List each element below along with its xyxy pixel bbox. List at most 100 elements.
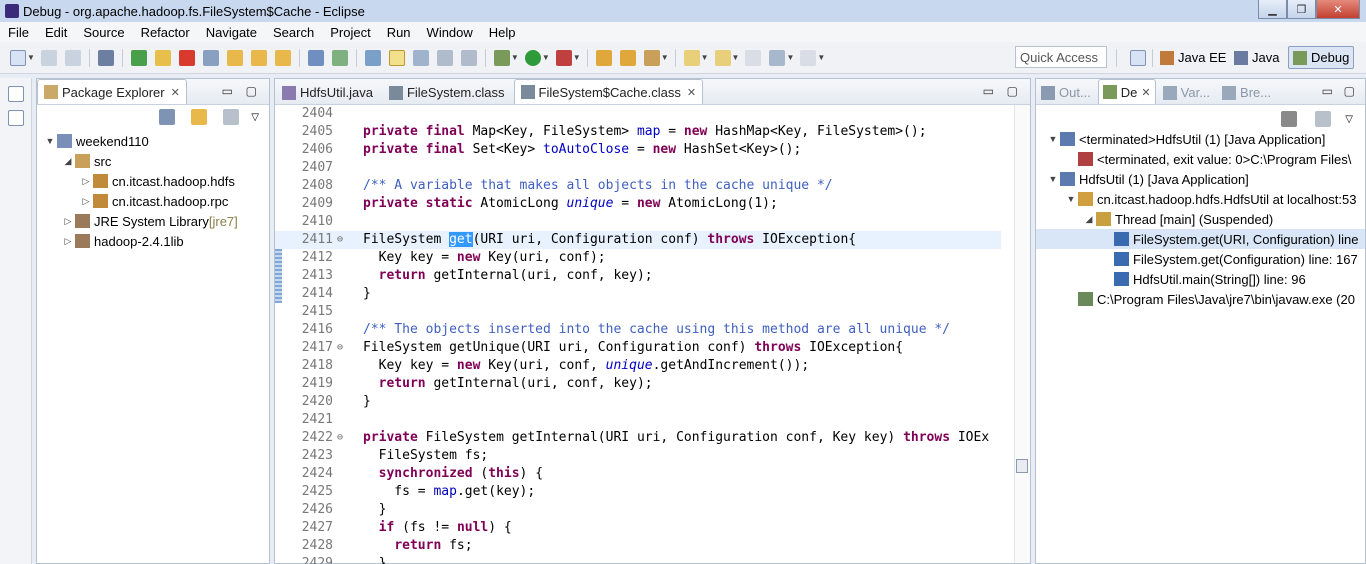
maximize-view-icon[interactable]: ▢ <box>1344 84 1355 98</box>
skip-breakpoints-icon[interactable] <box>97 49 114 66</box>
suspend-icon[interactable] <box>154 49 171 66</box>
step-return-icon[interactable] <box>274 49 291 66</box>
expand-toggle-icon[interactable]: ▷ <box>63 216 73 227</box>
new-java-project-icon[interactable] <box>595 49 612 66</box>
tab-hdfsutil-java[interactable]: HdfsUtil.java <box>275 80 380 104</box>
menu-project[interactable]: Project <box>322 25 378 40</box>
tab-filesystem-cache-class[interactable]: FileSystem$Cache.class ✕ <box>513 79 704 104</box>
chevron-down-icon[interactable]: ▼ <box>27 53 35 62</box>
external-tools-icon[interactable] <box>555 49 572 66</box>
close-icon[interactable]: ✕ <box>171 86 180 99</box>
show-whitespace-icon[interactable] <box>436 49 453 66</box>
next-annotation-icon[interactable] <box>683 49 700 66</box>
tree-item[interactable]: ▷ JRE System Library [jre7] <box>37 211 269 231</box>
expand-toggle-icon[interactable]: ▼ <box>1048 134 1058 144</box>
view-menu-icon[interactable]: ▽ <box>251 112 259 123</box>
focus-icon[interactable] <box>223 109 240 125</box>
maximize-button[interactable]: ❐ <box>1287 0 1316 19</box>
step-into-icon[interactable] <box>226 49 243 66</box>
tab-package-explorer[interactable]: Package Explorer ✕ <box>37 79 187 104</box>
debug-tree-item[interactable]: FileSystem.get(URI, Configuration) line <box>1036 229 1365 249</box>
chevron-down-icon[interactable]: ▼ <box>542 53 550 62</box>
use-step-filters-icon[interactable] <box>331 49 348 66</box>
overview-ruler[interactable] <box>1014 105 1030 563</box>
view-menu-icon[interactable]: ▽ <box>1345 114 1353 125</box>
open-declaration-icon[interactable] <box>364 49 381 66</box>
expand-toggle-icon[interactable]: ◢ <box>63 156 73 167</box>
code-editor[interactable]: 2404 2405 private final Map<Key, FileSyste… <box>275 105 1030 564</box>
fold-toggle-icon[interactable]: ⊖ <box>337 231 343 249</box>
close-button[interactable]: ✕ <box>1316 0 1360 19</box>
tree-item[interactable]: ▷ cn.itcast.hadoop.rpc <box>37 191 269 211</box>
chevron-down-icon[interactable]: ▼ <box>573 53 581 62</box>
debug-tree-item[interactable]: ◢ Thread [main] (Suspended) <box>1036 209 1365 229</box>
disconnect-icon[interactable] <box>202 49 219 66</box>
open-perspective-icon[interactable] <box>1130 50 1146 66</box>
debug-tree-item[interactable]: ▼ cn.itcast.hadoop.hdfs.HdfsUtil at local… <box>1036 189 1365 209</box>
maximize-view-icon[interactable]: ▢ <box>1007 84 1018 98</box>
save-icon[interactable] <box>40 49 57 66</box>
chevron-down-icon[interactable]: ▼ <box>701 53 709 62</box>
expand-toggle-icon[interactable]: ▷ <box>81 176 91 187</box>
tab-bre[interactable]: Bre... <box>1217 80 1276 104</box>
minimize-view-icon[interactable]: ▭ <box>983 84 994 98</box>
expand-toggle-icon[interactable]: ▷ <box>63 236 73 247</box>
remove-terminated-icon[interactable] <box>1281 111 1298 127</box>
forward-icon[interactable] <box>800 49 817 66</box>
tree-item[interactable]: ◢ src <box>37 151 269 171</box>
step-over-icon[interactable] <box>250 49 267 66</box>
tab-var[interactable]: Var... <box>1158 80 1215 104</box>
expand-toggle-icon[interactable]: ▼ <box>1048 174 1058 184</box>
chevron-down-icon[interactable]: ▼ <box>732 53 740 62</box>
debug-tree-item[interactable]: <terminated, exit value: 0>C:\Program Fi… <box>1036 149 1365 169</box>
drop-to-frame-icon[interactable] <box>307 49 324 66</box>
menu-source[interactable]: Source <box>75 25 132 40</box>
minimized-view-icon[interactable] <box>8 110 24 126</box>
menu-help[interactable]: Help <box>481 25 524 40</box>
fold-toggle-icon[interactable]: ⊖ <box>337 339 343 357</box>
chevron-down-icon[interactable]: ▼ <box>511 53 519 62</box>
scrollbar-thumb[interactable] <box>1016 459 1028 473</box>
terminate-icon[interactable] <box>178 49 195 66</box>
link-with-editor-icon[interactable] <box>191 109 208 125</box>
debug-tree-item[interactable]: C:\Program Files\Java\jre7\bin\javaw.exe… <box>1036 289 1365 309</box>
tab-filesystem-class[interactable]: FileSystem.class <box>382 80 512 104</box>
expand-toggle-icon[interactable]: ▷ <box>81 196 91 207</box>
previous-annotation-icon[interactable] <box>714 49 731 66</box>
menu-search[interactable]: Search <box>265 25 322 40</box>
debug-tree-item[interactable]: ▼ <terminated>HdfsUtil (1) [Java Applicat… <box>1036 129 1365 149</box>
chevron-down-icon[interactable]: ▼ <box>661 53 669 62</box>
menu-edit[interactable]: Edit <box>37 25 75 40</box>
expand-toggle-icon[interactable]: ▼ <box>45 136 55 146</box>
menu-file[interactable]: File <box>0 25 37 40</box>
minimize-view-icon[interactable]: ▭ <box>222 84 233 98</box>
collapse-all-icon[interactable] <box>159 109 176 125</box>
debug-tree-item[interactable]: ▼ HdfsUtil (1) [Java Application] <box>1036 169 1365 189</box>
chevron-down-icon[interactable]: ▼ <box>817 53 825 62</box>
minimize-view-icon[interactable]: ▭ <box>1322 84 1333 98</box>
back-icon[interactable] <box>769 49 786 66</box>
debug-icon[interactable] <box>493 49 510 66</box>
toggle-block-selection-icon[interactable] <box>412 49 429 66</box>
search-icon[interactable] <box>643 49 660 66</box>
menu-run[interactable]: Run <box>379 25 419 40</box>
menu-navigate[interactable]: Navigate <box>198 25 265 40</box>
tree-item[interactable]: ▼ weekend110 <box>37 131 269 151</box>
tree-item[interactable]: ▷ cn.itcast.hadoop.hdfs <box>37 171 269 191</box>
close-icon[interactable]: ✕ <box>687 86 696 99</box>
resume-icon[interactable] <box>130 49 147 66</box>
chevron-down-icon[interactable]: ▼ <box>786 53 794 62</box>
debug-tree-item[interactable]: FileSystem.get(Configuration) line: 167 <box>1036 249 1365 269</box>
quick-access-field[interactable]: Quick Access <box>1015 46 1107 68</box>
toggle-mark-occurrences-icon[interactable] <box>388 49 405 66</box>
new-icon[interactable] <box>10 49 26 66</box>
maximize-view-icon[interactable]: ▢ <box>246 84 257 98</box>
expand-toggle-icon[interactable]: ▼ <box>1066 194 1076 204</box>
restore-icon[interactable] <box>8 86 24 102</box>
tab-de[interactable]: De ✕ <box>1097 79 1156 104</box>
tree-item[interactable]: ▷ hadoop-2.4.1lib <box>37 231 269 251</box>
run-icon[interactable] <box>524 49 541 66</box>
open-type-icon[interactable] <box>619 49 636 66</box>
close-icon[interactable]: ✕ <box>1141 86 1150 99</box>
perspective-java[interactable]: Java <box>1230 46 1283 69</box>
